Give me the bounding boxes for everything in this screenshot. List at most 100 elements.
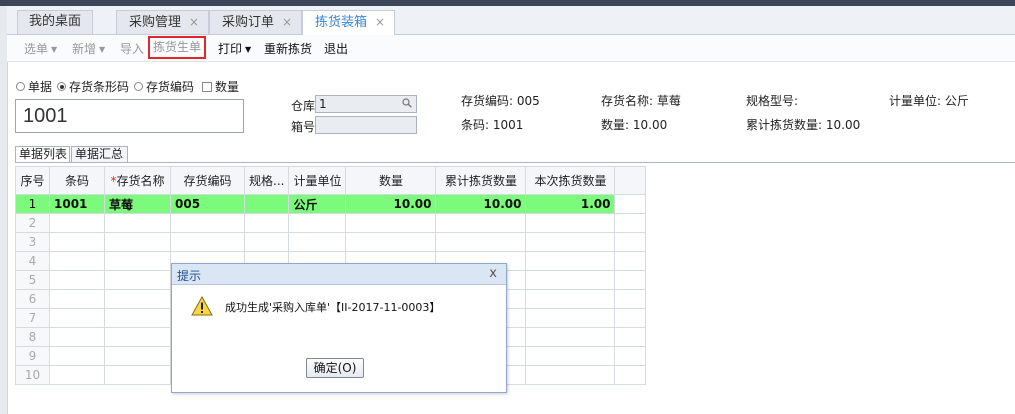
- cell-filler: [614, 194, 647, 214]
- cell-filler: [614, 365, 647, 385]
- radio-label: 单据: [28, 80, 53, 94]
- cell-filler: [614, 213, 647, 233]
- tab-purchase-order[interactable]: 采购订单 ×: [209, 10, 302, 34]
- col-header-current[interactable]: 本次拣货数量: [525, 166, 616, 195]
- checkbox-box: [202, 81, 212, 92]
- close-icon[interactable]: x: [489, 266, 497, 281]
- table-row[interactable]: 1 1001 草莓 005 公斤 10.00 10.00 1.00: [15, 194, 647, 214]
- cell-empty[interactable]: [435, 213, 527, 233]
- cell-current[interactable]: 1.00: [525, 194, 616, 214]
- cell-empty[interactable]: [345, 213, 437, 233]
- dialog-message: 成功生成'采购入库单'【II-2017-11-0003】: [225, 301, 441, 314]
- tab-doc-list[interactable]: 单据列表: [15, 146, 70, 163]
- close-icon[interactable]: ×: [375, 15, 385, 29]
- cell-unit[interactable]: 公斤: [288, 194, 347, 214]
- cell-filler: [614, 251, 647, 271]
- col-header-barcode[interactable]: 条码: [49, 166, 105, 195]
- new-button[interactable]: 新增 ▼: [72, 40, 105, 57]
- cell-empty[interactable]: [525, 327, 616, 347]
- cell-empty[interactable]: [170, 232, 245, 252]
- cell-empty[interactable]: [525, 346, 616, 366]
- cell-empty[interactable]: [49, 289, 105, 309]
- cell-empty[interactable]: [49, 346, 105, 366]
- cell-empty[interactable]: [104, 289, 171, 309]
- col-header-no[interactable]: 序号: [15, 166, 50, 195]
- row-number: 6: [15, 289, 50, 309]
- cell-empty[interactable]: [525, 251, 616, 271]
- cell-empty[interactable]: [49, 327, 105, 347]
- tab-doc-summary[interactable]: 单据汇总: [71, 146, 128, 163]
- close-icon[interactable]: ×: [282, 15, 292, 29]
- chevron-down-icon: ▼: [99, 45, 106, 54]
- cell-empty[interactable]: [104, 327, 171, 347]
- cell-empty[interactable]: [288, 232, 347, 252]
- cell-empty[interactable]: [104, 232, 171, 252]
- tab-strip: 我的桌面 采购管理 × 采购订单 × 拣货装箱 ×: [7, 6, 1015, 35]
- tab-purchase-management[interactable]: 采购管理 ×: [116, 10, 209, 34]
- scan-input[interactable]: 1001: [15, 99, 244, 133]
- cell-empty[interactable]: [525, 270, 616, 290]
- cell-qty[interactable]: 10.00: [345, 194, 437, 214]
- print-button[interactable]: 打印 ▼: [218, 40, 251, 57]
- col-header-item-name[interactable]: *存货名称: [104, 166, 171, 195]
- cell-empty[interactable]: [104, 270, 171, 290]
- radio-doc[interactable]: 单据: [16, 78, 52, 95]
- left-rail: [0, 6, 8, 414]
- cell-cumulative[interactable]: 10.00: [435, 194, 527, 214]
- cell-empty[interactable]: [104, 365, 171, 385]
- cell-empty[interactable]: [243, 232, 290, 252]
- cell-empty[interactable]: [104, 308, 171, 328]
- cell-empty[interactable]: [345, 232, 437, 252]
- generate-doc-button[interactable]: 拣货生单: [148, 36, 207, 59]
- radio-item-code[interactable]: 存货编码: [134, 78, 194, 95]
- col-header-spec[interactable]: 规格...: [243, 166, 290, 195]
- table-row[interactable]: 3: [15, 232, 647, 252]
- cell-empty[interactable]: [49, 232, 105, 252]
- cell-spec[interactable]: [243, 194, 290, 214]
- select-doc-button[interactable]: 选单 ▼: [24, 40, 57, 57]
- cell-empty[interactable]: [435, 232, 527, 252]
- cell-empty[interactable]: [170, 213, 245, 233]
- cell-empty[interactable]: [525, 365, 616, 385]
- dialog-title-bar[interactable]: 提示 x: [172, 264, 506, 285]
- ok-button[interactable]: 确定(O): [306, 358, 364, 378]
- cell-filler: [614, 308, 647, 328]
- checkbox-quantity[interactable]: 数量: [202, 78, 239, 95]
- cell-empty[interactable]: [104, 346, 171, 366]
- tab-desktop[interactable]: 我的桌面: [17, 10, 93, 34]
- warehouse-label: 仓库: [291, 99, 316, 113]
- cell-empty[interactable]: [525, 213, 616, 233]
- table-row[interactable]: 2: [15, 213, 647, 233]
- cell-empty[interactable]: [104, 251, 171, 271]
- cell-item-name[interactable]: 草莓: [104, 194, 171, 214]
- cell-empty[interactable]: [525, 308, 616, 328]
- close-icon[interactable]: ×: [189, 15, 199, 29]
- cell-barcode[interactable]: 1001: [49, 194, 105, 214]
- repick-button[interactable]: 重新拣货: [264, 40, 312, 57]
- exit-button[interactable]: 退出: [324, 40, 348, 57]
- tab-pick-pack[interactable]: 拣货装箱 ×: [302, 10, 395, 35]
- cell-empty[interactable]: [525, 232, 616, 252]
- col-header-cumulative[interactable]: 累计拣货数量: [435, 166, 527, 195]
- cell-empty[interactable]: [49, 365, 105, 385]
- cell-empty[interactable]: [288, 213, 347, 233]
- search-icon[interactable]: [402, 97, 412, 113]
- button-label: 新增: [72, 42, 97, 56]
- box-field[interactable]: [315, 116, 417, 134]
- col-header-qty[interactable]: 数量: [345, 166, 437, 195]
- cell-empty[interactable]: [243, 213, 290, 233]
- col-header-item-code[interactable]: 存货编码: [170, 166, 245, 195]
- cell-empty[interactable]: [49, 251, 105, 271]
- cell-item-code[interactable]: 005: [170, 194, 245, 214]
- cell-empty[interactable]: [525, 289, 616, 309]
- warehouse-field[interactable]: 1: [315, 95, 417, 113]
- col-header-unit[interactable]: 计量单位: [288, 166, 347, 195]
- cell-empty[interactable]: [49, 270, 105, 290]
- import-button[interactable]: 导入: [120, 40, 144, 57]
- cell-empty[interactable]: [49, 308, 105, 328]
- cell-empty[interactable]: [49, 213, 105, 233]
- radio-barcode[interactable]: 存货条形码: [57, 78, 129, 95]
- tab-label: 我的桌面: [28, 14, 81, 29]
- tab-label: 采购管理: [129, 15, 182, 30]
- cell-empty[interactable]: [104, 213, 171, 233]
